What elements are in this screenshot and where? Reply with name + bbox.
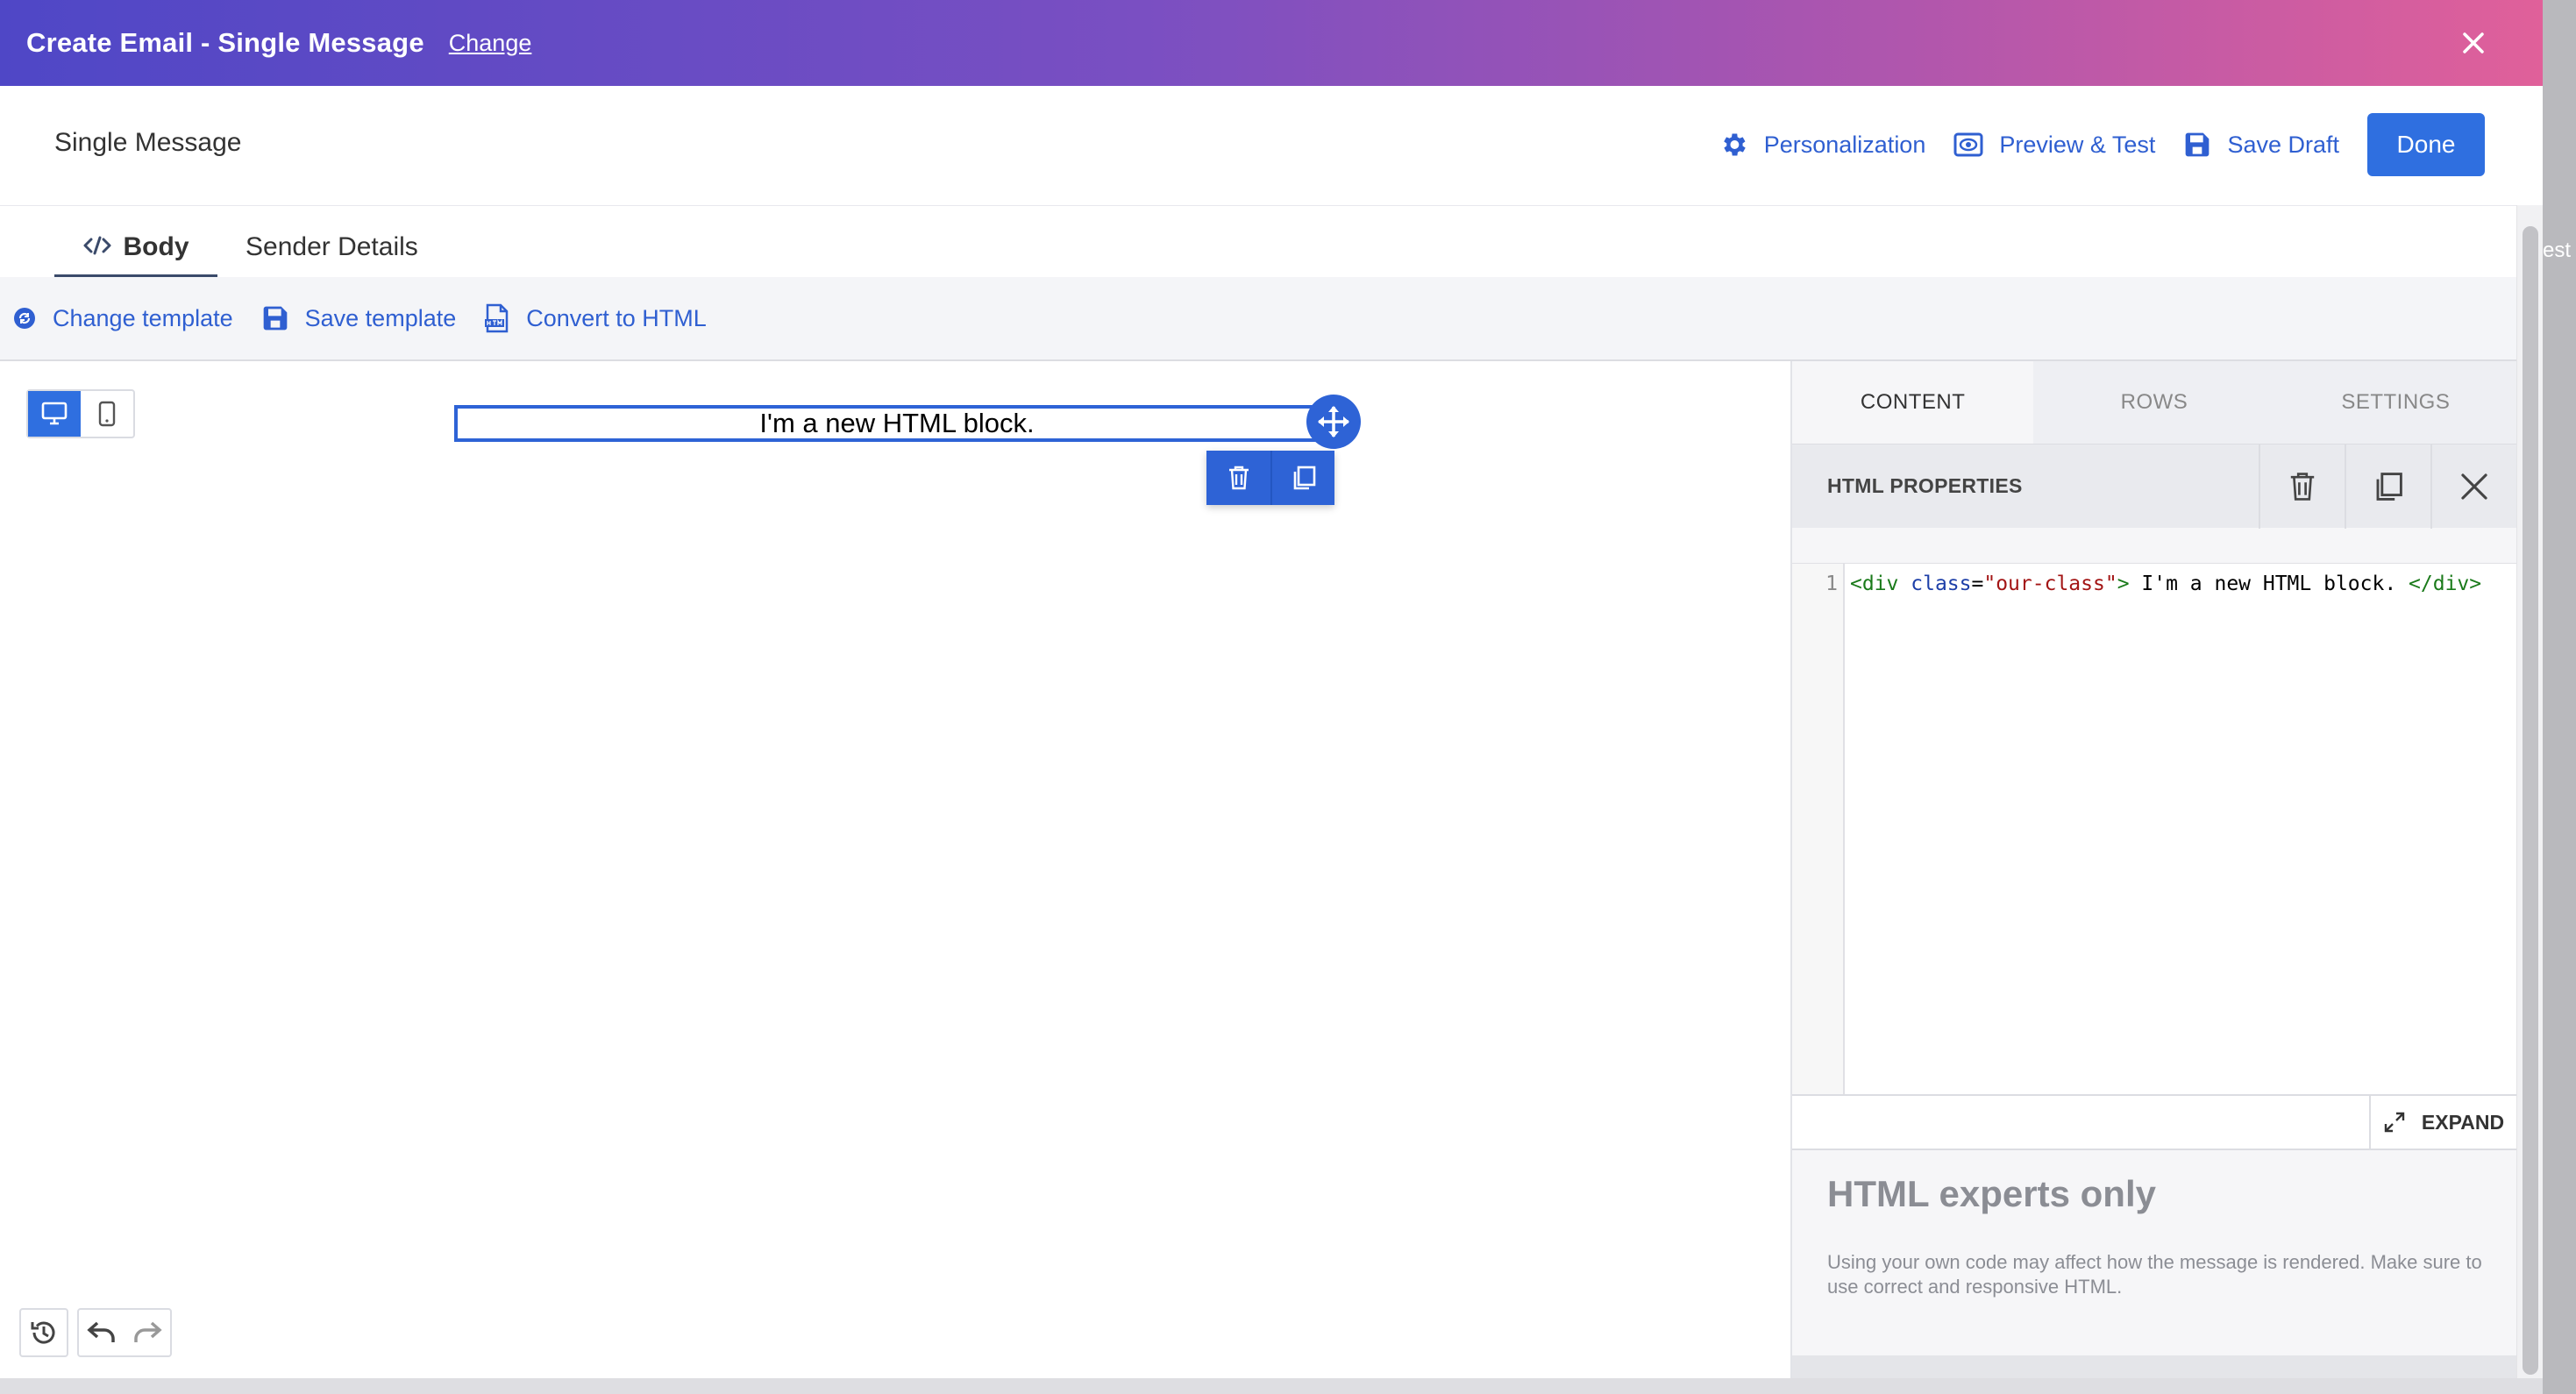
expand-icon (2384, 1112, 2405, 1133)
scrollbar-thumb[interactable] (2523, 226, 2538, 1375)
block-actions (1206, 451, 1334, 505)
floppy-disk-icon (2186, 132, 2210, 157)
delete-block-button[interactable] (1206, 451, 1270, 505)
code-icon (83, 236, 110, 255)
undo-icon (87, 1321, 115, 1342)
close-icon (2461, 473, 2487, 500)
history-controls (19, 1308, 172, 1357)
duplicate-block-button[interactable] (1270, 451, 1334, 505)
redo-icon (134, 1321, 162, 1342)
move-handle[interactable] (1306, 395, 1361, 449)
close-button[interactable] (2453, 23, 2494, 63)
trash-icon (1228, 466, 1249, 490)
note-text: Using your own code may affect how the m… (1827, 1251, 2482, 1298)
mobile-icon (98, 401, 116, 427)
save-draft-button[interactable]: Save Draft (2183, 131, 2339, 159)
window-title: Create Email - Single Message (26, 27, 424, 58)
duplicate-icon (2376, 472, 2402, 501)
line-gutter: 1 (1792, 564, 1845, 1094)
template-toolbar: Change template Save template Convert to… (0, 277, 2516, 361)
undo-redo-group (77, 1308, 172, 1357)
undo-button[interactable] (79, 1310, 125, 1355)
code-close-open: > (2117, 573, 2130, 595)
change-template-button[interactable]: Change template (12, 305, 233, 332)
page-title: Single Message (54, 128, 242, 157)
background-text: est (2543, 238, 2572, 262)
line-number: 1 (1825, 573, 1838, 595)
code-text: I'm a new HTML block. (2129, 573, 2409, 595)
html-properties-header: HTML PROPERTIES (1792, 444, 2516, 529)
note-heading: HTML experts only (1827, 1173, 2156, 1214)
preview-test-button[interactable]: Preview & Test (1953, 132, 2155, 159)
move-arrows-icon (1318, 406, 1349, 437)
header-actions: Personalization Preview & Test Save Draf… (1719, 112, 2543, 177)
floppy-disk-icon (263, 306, 287, 331)
gear-icon (1723, 133, 1746, 156)
refresh-icon (14, 308, 35, 329)
background-window: est (2543, 0, 2576, 1394)
preview-test-label: Preview & Test (1999, 131, 2156, 158)
code-editor[interactable]: 1 <div class="our-class"> I'm a new HTML… (1792, 563, 2516, 1094)
redo-button[interactable] (125, 1310, 170, 1355)
trash-icon (2290, 472, 2315, 501)
convert-html-label: Convert to HTML (526, 304, 707, 331)
expand-bar: EXPAND (1792, 1094, 2516, 1150)
personalization-label: Personalization (1763, 131, 1926, 158)
html-experts-note: HTML experts only Using your own code ma… (1827, 1173, 2494, 1299)
personalization-button[interactable]: Personalization (1719, 130, 1926, 160)
tab-settings[interactable]: SETTINGS (2274, 361, 2516, 444)
tab-content[interactable]: CONTENT (1792, 361, 2034, 444)
close-panel-button[interactable] (2430, 444, 2516, 529)
close-icon (2463, 32, 2484, 53)
tab-sender-details[interactable]: Sender Details (246, 220, 418, 278)
mobile-view-button[interactable] (81, 391, 133, 437)
tab-body[interactable]: Body (54, 220, 217, 278)
history-icon (31, 1321, 55, 1344)
vertical-scrollbar[interactable] (2516, 205, 2543, 1378)
code-close-tag: </div> (2409, 573, 2482, 595)
history-button[interactable] (19, 1308, 68, 1357)
change-link[interactable]: Change (449, 30, 532, 57)
expand-button[interactable]: EXPAND (2369, 1096, 2516, 1149)
html-file-icon (485, 303, 509, 333)
title-bar: Create Email - Single Message Change (0, 0, 2543, 86)
code-line[interactable]: <div class="our-class"> I'm a new HTML b… (1850, 573, 2481, 595)
email-canvas[interactable]: I'm a new HTML block. (0, 361, 1790, 1378)
html-properties-title: HTML PROPERTIES (1827, 474, 2023, 497)
tab-body-label: Body (123, 232, 189, 261)
panel-tabs: CONTENT ROWS SETTINGS (1792, 361, 2516, 444)
eye-icon (1953, 132, 1983, 157)
html-block[interactable]: I'm a new HTML block. (454, 405, 1340, 442)
duplicate-icon (1293, 466, 1315, 490)
properties-panel: CONTENT ROWS SETTINGS HTML PROPERTIES 1 … (1790, 361, 2516, 1378)
code-open-tag: <div (1850, 573, 1899, 595)
desktop-view-button[interactable] (28, 391, 81, 437)
tab-sender-details-label: Sender Details (246, 232, 418, 261)
duplicate-button[interactable] (2345, 444, 2430, 529)
save-draft-label: Save Draft (2227, 131, 2339, 158)
delete-button[interactable] (2259, 444, 2345, 529)
save-template-label: Save template (304, 304, 457, 331)
expand-label: EXPAND (2421, 1110, 2505, 1134)
code-attr: class (1911, 573, 1972, 595)
code-attr-value: "our-class" (1983, 573, 2117, 595)
done-button[interactable]: Done (2367, 113, 2485, 176)
bottom-edge (0, 1378, 2543, 1394)
header: Single Message Personalization Preview &… (0, 86, 2543, 205)
code-eq: = (1971, 573, 1984, 595)
convert-html-button[interactable]: Convert to HTML (484, 303, 707, 333)
change-template-label: Change template (53, 304, 233, 331)
tab-rows[interactable]: ROWS (2033, 361, 2275, 444)
device-toggle (26, 389, 135, 438)
editor-tabs: Body Sender Details (0, 205, 2516, 278)
panel-bottom-strip (1792, 1355, 2516, 1378)
desktop-icon (41, 402, 68, 425)
save-template-button[interactable]: Save template (261, 304, 457, 332)
